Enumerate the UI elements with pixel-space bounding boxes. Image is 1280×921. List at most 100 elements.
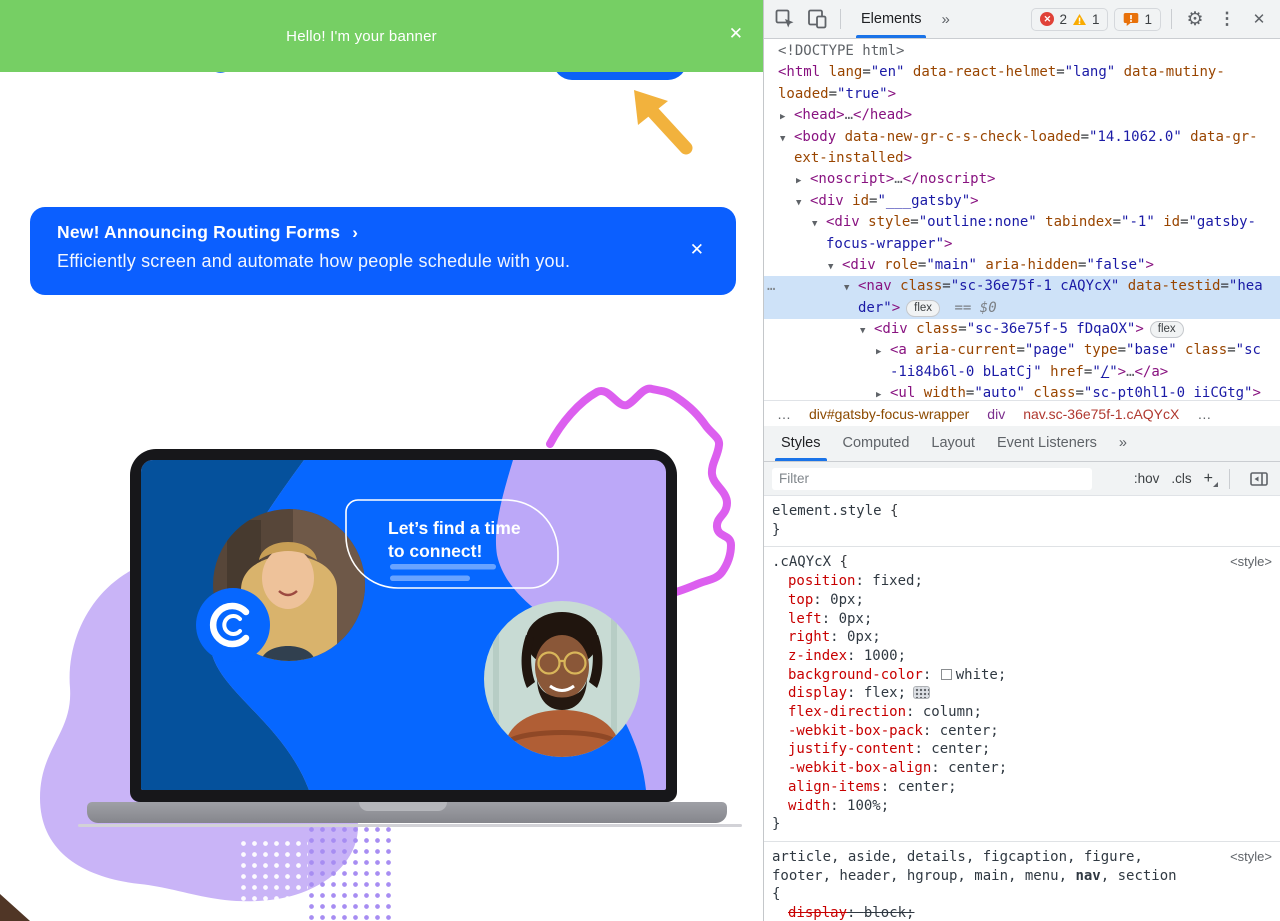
css-property[interactable]: z-index: 1000; [772,647,1272,666]
code-token: </noscript> [903,171,996,187]
toggle-hover-state-button[interactable]: :hov [1134,471,1160,486]
twisty-icon[interactable]: ▶ [876,385,890,400]
breadcrumb-item[interactable]: nav.sc-36e75f-1.cAQYcX [1016,406,1186,422]
dom-tree-node[interactable]: ▶<head>…</head> [764,105,1280,126]
flex-badge[interactable]: flex [906,300,940,317]
twisty-icon[interactable]: ▼ [812,214,826,235]
device-toolbar-icon[interactable] [804,6,830,32]
dom-tree-node[interactable]: ▶<ul width="auto" class="sc-pt0hl1-0 iiC… [764,383,1280,400]
promo-bar[interactable]: New! Announcing Routing Forms› Efficient… [30,207,736,295]
breadcrumb-item[interactable]: … [770,406,798,422]
dom-tree-node[interactable]: -1i84b6l-0 bLatCj" href="/">…</a> [764,362,1280,383]
color-swatch[interactable] [941,669,952,680]
code-token: style [860,214,911,230]
css-property[interactable]: flex-direction: column; [772,703,1272,722]
divider [840,9,841,29]
dom-tree-node[interactable]: loaded="true"> [764,84,1280,105]
breadcrumb-item[interactable]: … [1190,406,1218,422]
css-property[interactable]: align-items: center; [772,778,1272,797]
dom-tree-node[interactable]: ▼<body data-new-gr-c-s-check-loaded="14.… [764,127,1280,148]
dom-tree-node[interactable]: ▼<div style="outline:none" tabindex="-1"… [764,212,1280,233]
tab-elements[interactable]: Elements [851,1,931,38]
css-property[interactable]: background-color: white; [772,666,1272,685]
css-property[interactable]: -webkit-box-align: center; [772,759,1272,778]
tab-event-listeners[interactable]: Event Listeners [986,426,1108,461]
flex-badge[interactable]: flex [1150,321,1184,338]
dom-tree-node[interactable]: ▼<div class="sc-36e75f-5 fDqaOX">flex [764,319,1280,340]
calendly-badge [196,588,270,662]
css-property[interactable]: right: 0px; [772,628,1272,647]
breadcrumb-item[interactable]: div#gatsby-focus-wrapper [802,406,976,422]
css-property[interactable]: display: flex; [772,684,1272,703]
settings-gear-icon[interactable]: ⚙ [1182,6,1208,32]
twisty-icon[interactable]: ▼ [828,257,842,278]
css-property[interactable]: top: 0px; [772,591,1272,610]
code-token: = [1227,342,1235,358]
twisty-icon[interactable]: ▼ [844,278,858,299]
dom-tree-node[interactable]: ▼<div role="main" aria-hidden="false"> [764,255,1280,276]
dock-sidebar-icon[interactable] [1246,466,1272,492]
twisty-icon[interactable]: ▶ [876,342,890,363]
css-property[interactable]: display: block; [772,904,1272,921]
banner-text: Hello! I'm your banner [286,28,437,45]
code-token: "___gatsby" [877,193,970,209]
error-count: 2 [1059,12,1067,27]
tab-computed[interactable]: Computed [832,426,921,461]
code-token: > [970,193,978,209]
dom-tree-node[interactable]: <!DOCTYPE html> [764,41,1280,62]
css-selector[interactable]: footer, header, hgroup, main, menu, nav,… [772,867,1272,886]
twisty-icon[interactable]: ▶ [780,107,794,128]
code-token: </head> [853,107,912,123]
css-selector[interactable]: element.style { [772,502,1272,521]
dom-tree-node[interactable]: ▶<a aria-current="page" type="base" clas… [764,340,1280,361]
code-token: data-new-gr-c-s-check-loaded [836,129,1080,145]
more-options-icon[interactable]: ⋮ [1214,6,1240,32]
twisty-icon[interactable]: ▼ [796,193,810,214]
banner-close-icon[interactable]: ✕ [729,25,743,42]
dom-tree-node[interactable]: ▼<div id="___gatsby"> [764,191,1280,212]
stylesheet-origin-link[interactable]: <style> [1230,553,1272,572]
stylesheet-origin-link[interactable]: <style> [1230,848,1272,867]
laptop-notch [359,802,447,811]
css-property[interactable]: left: 0px; [772,610,1272,629]
twisty-icon[interactable]: ▶ [796,171,810,192]
css-property[interactable]: width: 100%; [772,797,1272,816]
css-selector[interactable]: { [772,885,1272,904]
flex-editor-icon[interactable] [913,686,930,699]
issues-badge[interactable]: 1 [1114,8,1161,31]
dom-tree-node[interactable]: ext-installed> [764,148,1280,169]
dom-tree-node[interactable]: …▼<nav class="sc-36e75f-1 cAQYcX" data-t… [764,276,1280,297]
twisty-icon[interactable]: ▼ [780,129,794,150]
css-rule-close: } [772,815,1272,834]
dom-tree-node[interactable]: <html lang="en" data-react-helmet="lang"… [764,62,1280,83]
console-errors-badge[interactable]: ✕ 2 1 [1031,8,1108,31]
filter-input[interactable] [772,468,1092,490]
tab-layout[interactable]: Layout [920,426,986,461]
code-token: > [1135,321,1143,337]
tab-styles[interactable]: Styles [770,426,832,461]
breadcrumb-item[interactable]: div [980,406,1012,422]
css-property[interactable]: justify-content: center; [772,740,1272,759]
devtools-toolbar: Elements » ✕ 2 1 1 ⚙ ⋮ ✕ [764,0,1280,39]
more-style-tabs-icon[interactable]: » [1108,426,1138,461]
code-token: = [862,64,870,80]
more-tabs-icon[interactable]: » [937,11,953,28]
promo-close-icon[interactable]: ✕ [690,240,704,260]
css-property[interactable]: position: fixed; [772,572,1272,591]
inspect-element-icon[interactable] [772,6,798,32]
css-selector[interactable]: <style>.cAQYcX { [772,553,1272,572]
dom-tree-node[interactable]: focus-wrapper"> [764,234,1280,255]
css-selector[interactable]: <style>article, aside, details, figcapti… [772,848,1272,867]
code-token: … [1126,364,1134,380]
twisty-icon[interactable]: ▼ [860,321,874,342]
code-token: "sc-36e75f-5 fDqaOX" [967,321,1136,337]
toggle-class-button[interactable]: .cls [1171,471,1191,486]
css-property[interactable]: -webkit-box-pack: center; [772,722,1272,741]
elements-tree: <!DOCTYPE html><html lang="en" data-reac… [764,39,1280,400]
close-devtools-icon[interactable]: ✕ [1246,6,1272,32]
dom-tree-node[interactable]: ▶<noscript>…</noscript> [764,169,1280,190]
code-token: <div [810,193,844,209]
styles-rules: element.style {} <style>.cAQYcX {position… [764,496,1280,921]
dom-tree-node[interactable]: der">flex == $0 [764,298,1280,319]
new-style-rule-button[interactable]: + [1204,470,1213,488]
